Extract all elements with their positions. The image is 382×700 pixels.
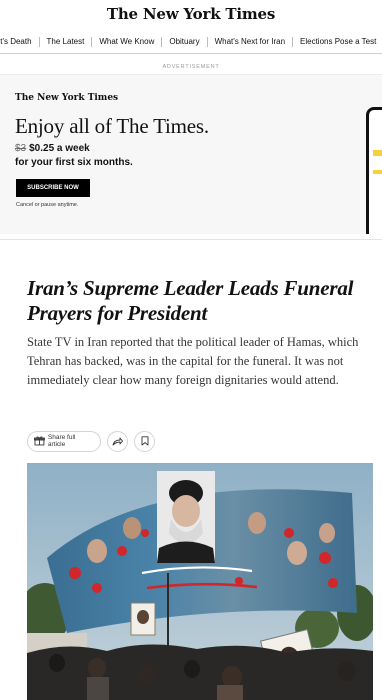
nav-item[interactable]: It's Death [0,37,40,47]
share-label: Share full article [47,434,76,448]
old-price: $3 [15,143,27,154]
new-price: $0.25 a week [29,143,90,154]
nyt-logo[interactable]: The New York Times [0,0,382,28]
article-headline: Iran’s Supreme Leader Leads Funeral Pray… [27,276,354,325]
promo-logo: The New York Times [15,93,119,103]
save-button[interactable] [134,430,155,452]
share-button[interactable] [107,430,128,452]
story-nav-track: It's Death The Latest What We Know Obituary… [0,30,382,53]
nav-item[interactable]: What's Next for Iran [208,37,294,47]
share-arrow-icon [112,437,123,445]
nav-item[interactable]: What We Know [92,37,163,47]
subscription-promo: The New York Times Enjoy all of The Time… [0,74,382,234]
story-nav: It's Death The Latest What We Know Obituary… [0,30,382,54]
bookmark-icon [141,436,148,446]
promo-term: for your first six months. [15,157,133,168]
promo-headline: Enjoy all of The Times. [15,114,209,138]
cancel-note: Cancel or pause anytime. [16,202,79,208]
article-tools: Share full article [27,430,155,452]
article-summary: State TV in Iran reported that the polit… [27,335,359,387]
device-highlight [373,150,382,156]
masthead: The New York Times [0,0,382,28]
funeral-crowd-image [27,463,373,700]
nav-item[interactable]: The Latest [40,37,93,47]
advertisement-label: ADVERTISEMENT [162,64,220,70]
nav-item[interactable]: Obituary [162,37,208,47]
section-divider [0,239,382,240]
subscribe-button[interactable]: SUBSCRIBE NOW [16,179,90,197]
article-photo [27,463,373,700]
device-image [366,107,382,234]
device-highlight [373,170,382,174]
nav-item[interactable]: Elections Pose a Test [293,37,382,47]
gift-icon [34,436,45,446]
promo-price: $3 $0.25 a week [15,143,90,154]
share-full-article-button[interactable]: Share full article [27,430,101,452]
